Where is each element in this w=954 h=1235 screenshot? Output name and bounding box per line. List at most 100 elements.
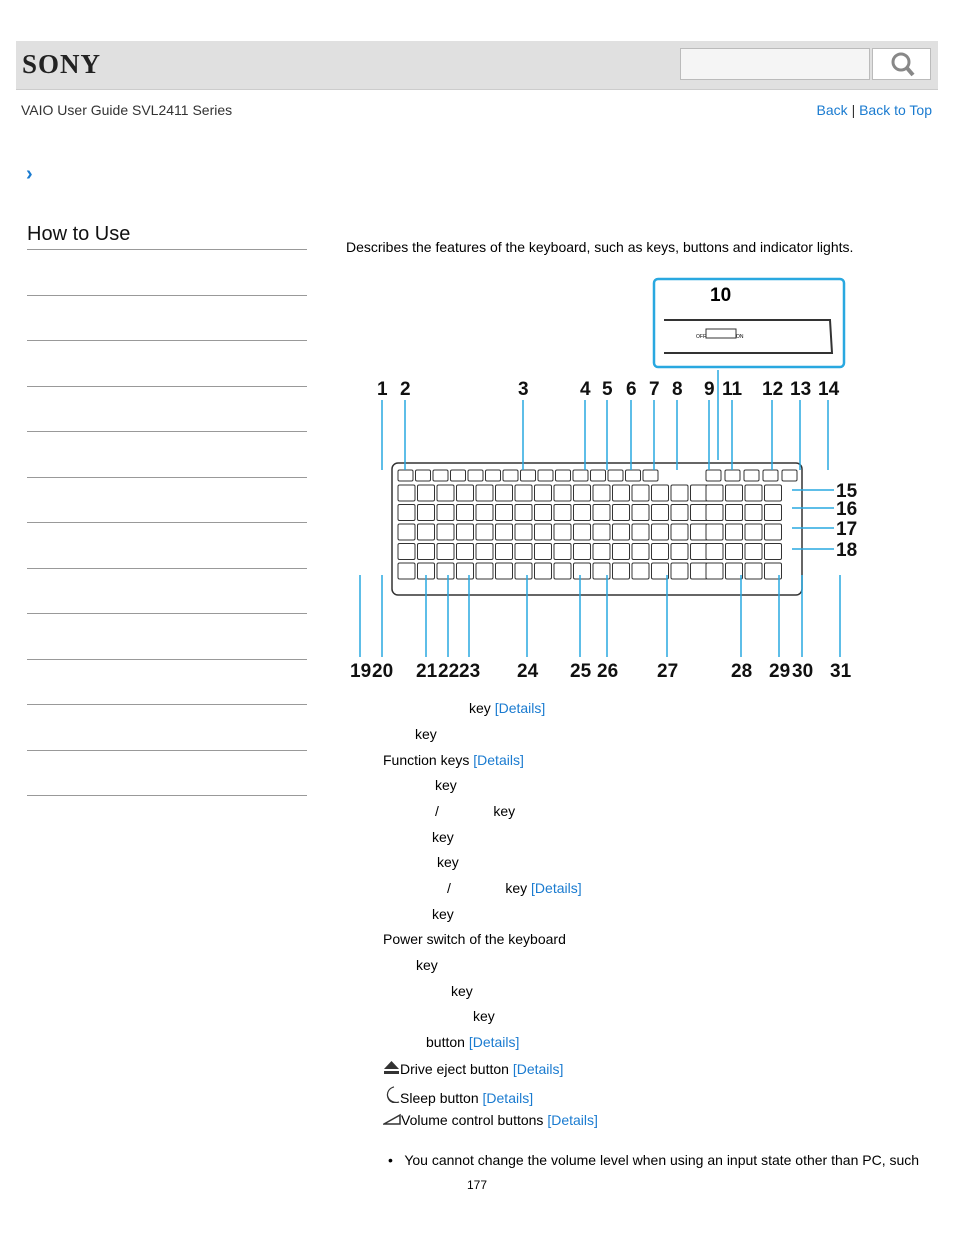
sidebar-item[interactable]: [27, 522, 307, 523]
sidebar-item[interactable]: [27, 659, 307, 660]
callout-29: 29: [769, 661, 790, 682]
keyboard-key: [670, 504, 689, 521]
keyboard-key: [743, 469, 760, 482]
keyboard-key: [724, 469, 741, 482]
sidebar-item[interactable]: [27, 795, 307, 796]
callout-23: 23: [459, 661, 480, 682]
sidebar-item[interactable]: [27, 431, 307, 432]
keyboard-key: [690, 504, 708, 521]
keyboard-key: [436, 543, 455, 560]
feature-item: key: [473, 1008, 495, 1024]
volume-icon: [381, 1112, 401, 1128]
keyboard-key: [631, 543, 650, 560]
keyboard-key: [725, 543, 743, 560]
keyboard-key: [456, 523, 474, 541]
keyboard-key: [514, 523, 533, 541]
callout-1: 1: [377, 379, 388, 400]
feature-label: key: [435, 777, 457, 793]
feature-label: / key: [447, 880, 528, 896]
sidebar-item[interactable]: [27, 386, 307, 387]
keyboard-key: [705, 469, 722, 482]
keyboard-key: [651, 562, 669, 580]
callout-30: 30: [792, 661, 813, 682]
keyboard-key: [456, 484, 474, 502]
callout-21: 21: [416, 661, 438, 682]
keyboard-key: [590, 469, 606, 482]
sidebar-item[interactable]: [27, 704, 307, 705]
keyboard-key: [651, 484, 669, 502]
sidebar-item[interactable]: [27, 340, 307, 341]
feature-label: Power switch of the keyboard: [383, 931, 566, 947]
keyboard-key: [475, 543, 494, 560]
details-link[interactable]: [Details]: [495, 700, 546, 716]
callout-12: 12: [762, 379, 783, 400]
sidebar-item[interactable]: [27, 568, 307, 569]
feature-item: key: [451, 983, 473, 999]
keyboard-key: [456, 543, 474, 560]
keyboard-key: [432, 469, 449, 482]
keyboard-key: [417, 504, 435, 521]
keyboard-key: [572, 469, 589, 482]
sony-logo: SONY: [22, 49, 102, 79]
search-button[interactable]: [872, 48, 931, 80]
callout-28: 28: [731, 661, 752, 682]
keyboard-key: [705, 504, 724, 521]
keyboard-key: [397, 562, 416, 580]
keyboard-key: [744, 484, 763, 502]
sidebar-item[interactable]: [27, 295, 307, 296]
keyboard-key: [534, 484, 552, 502]
keyboard-key: [475, 484, 494, 502]
keyboard-key: [555, 469, 571, 482]
nav-separator: |: [851, 102, 856, 118]
keyboard-key: [573, 523, 591, 541]
details-link[interactable]: [Details]: [469, 1034, 520, 1050]
details-link[interactable]: [Details]: [531, 880, 582, 896]
keyboard-key: [495, 484, 513, 502]
keyboard-key: [612, 504, 630, 521]
details-link[interactable]: [Details]: [473, 752, 524, 768]
keyboard-key: [553, 504, 572, 521]
keyboard-key: [612, 484, 630, 502]
callout-3: 3: [518, 379, 529, 400]
callout-13: 13: [790, 379, 811, 400]
feature-label: key: [437, 854, 459, 870]
callout-27: 27: [657, 661, 678, 682]
keyboard-key: [592, 504, 611, 521]
keyboard-key: [417, 543, 435, 560]
chevron-right-icon[interactable]: ›: [26, 163, 33, 186]
feature-item: / key: [435, 803, 515, 819]
feature-label: Drive eject button: [400, 1061, 509, 1077]
back-to-top-link[interactable]: Back to Top: [859, 102, 932, 118]
feature-item: Sleep button [Details]: [383, 1086, 533, 1106]
keyboard-key: [764, 484, 782, 502]
search-input[interactable]: [680, 48, 870, 80]
keyboard-key: [592, 543, 611, 560]
callout-7: 7: [649, 379, 660, 400]
sidebar-item[interactable]: [27, 750, 307, 751]
keyboard-key: [417, 523, 435, 541]
details-link[interactable]: [Details]: [547, 1112, 598, 1128]
keyboard-key: [651, 504, 669, 521]
keyboard-key: [397, 523, 416, 541]
feature-item: key: [435, 777, 457, 793]
sidebar-item[interactable]: [27, 613, 307, 614]
callout-14: 14: [818, 379, 840, 400]
page-number: 177: [467, 1178, 488, 1192]
callout-2: 2: [400, 379, 411, 400]
feature-item: key: [416, 957, 438, 973]
keyboard-key: [495, 562, 513, 580]
keyboard-key: [534, 562, 552, 580]
details-link[interactable]: [Details]: [513, 1061, 564, 1077]
keyboard-key: [651, 523, 669, 541]
keyboard-diagram: 10 OFF ON 1 2 3 4 5 6 7 8 9 11 12 13 141516171819 20 2…: [350, 277, 858, 682]
keyboard-key: [475, 523, 494, 541]
back-link[interactable]: Back: [817, 102, 848, 118]
details-link[interactable]: [Details]: [483, 1090, 534, 1106]
callout-9: 9: [704, 379, 715, 400]
keyboard-key: [553, 523, 572, 541]
sidebar-item[interactable]: [27, 477, 307, 478]
keyboard-key: [705, 543, 724, 560]
keyboard-key: [573, 484, 591, 502]
keyboard-key: [592, 523, 611, 541]
keyboard-key: [495, 543, 513, 560]
